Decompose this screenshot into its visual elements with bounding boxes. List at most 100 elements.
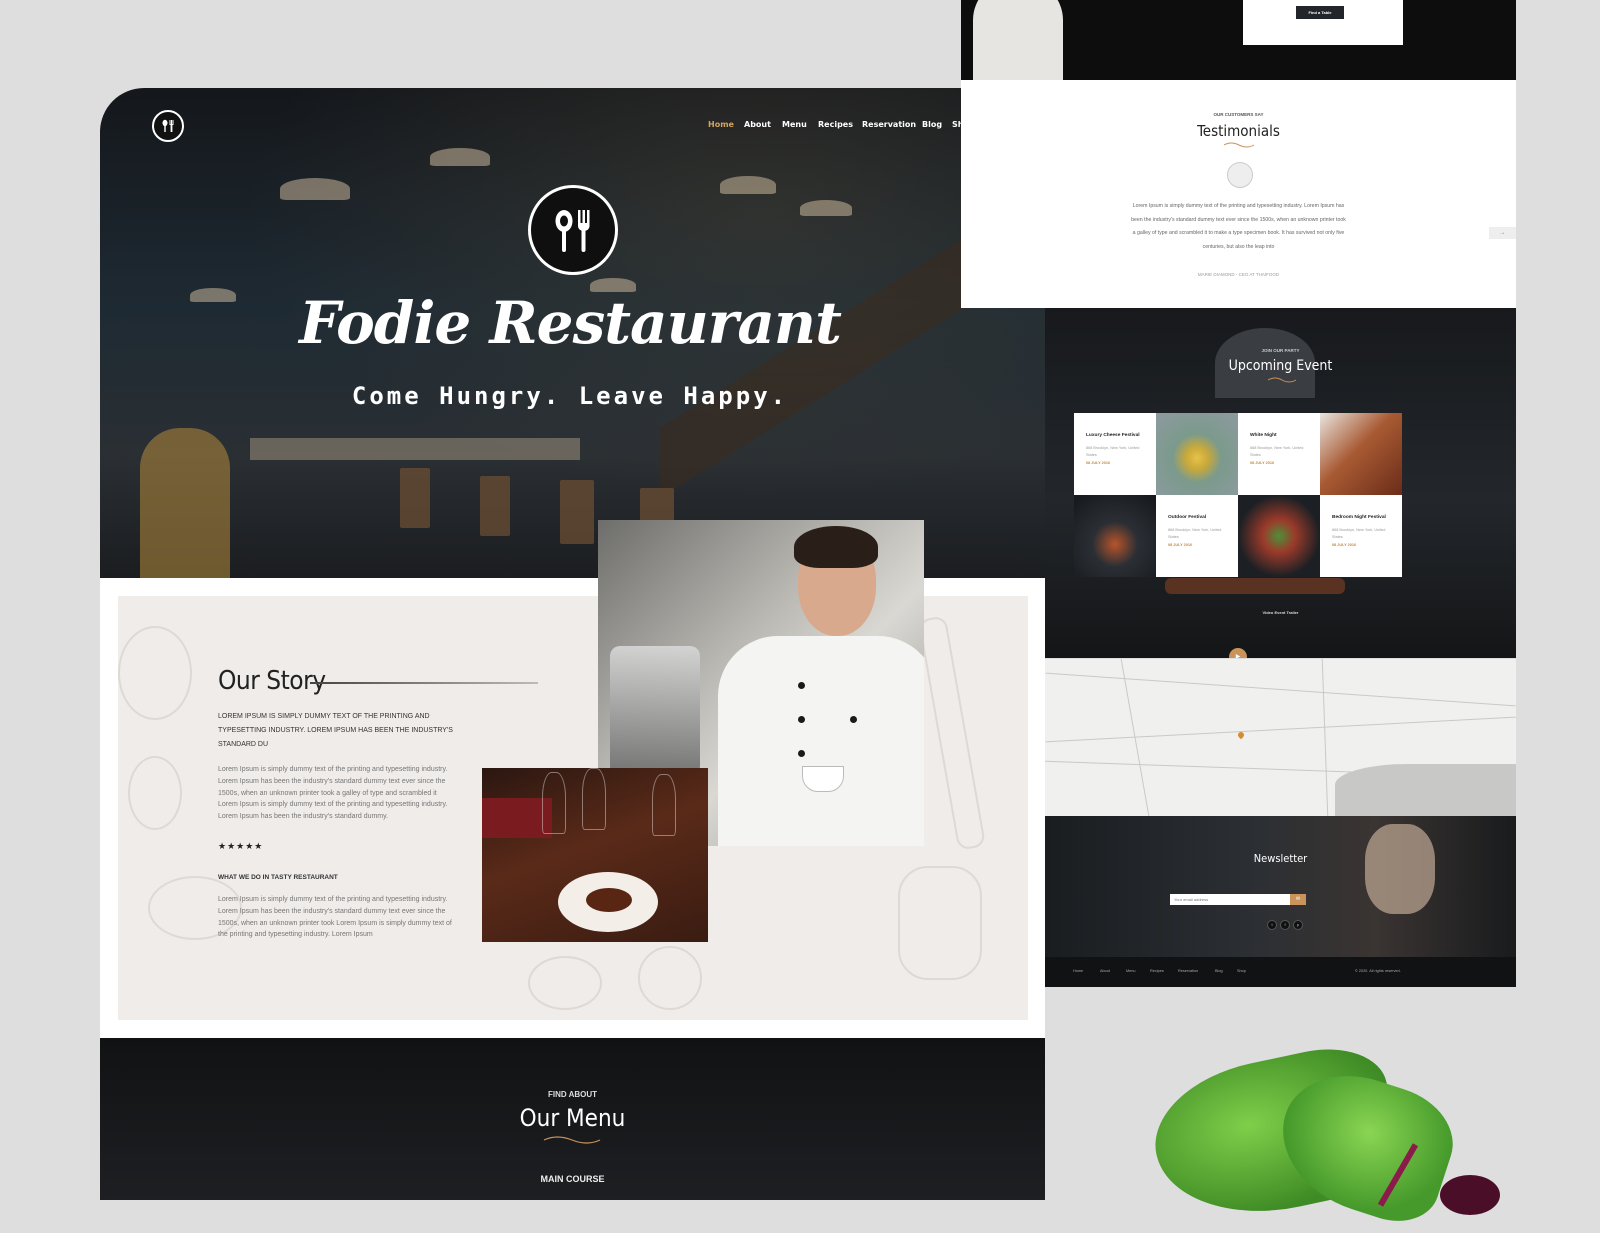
food-sketch — [528, 956, 602, 1010]
blender — [610, 646, 700, 776]
seated-person — [140, 428, 230, 578]
wine-glass — [582, 768, 606, 830]
location-map[interactable] — [1045, 659, 1516, 816]
avatar — [1227, 162, 1253, 188]
map-road — [1045, 716, 1516, 743]
coffee-cup — [802, 766, 844, 792]
nav-recipes[interactable]: Recipes — [818, 120, 853, 129]
nav-reservation[interactable]: Reservation — [862, 120, 916, 129]
menu-pre-title: FIND ABOUT — [547, 1090, 598, 1099]
story-heading: Our Story — [218, 666, 326, 696]
map-road — [1319, 659, 1331, 816]
copyright-text: © 2020. All rights reserved. — [1355, 969, 1401, 973]
find-table-button[interactable]: Find a Table — [1296, 6, 1344, 19]
nav-blog[interactable]: Blog — [922, 120, 942, 129]
event-card[interactable]: White Night 868 Brooklyn, New York, Unit… — [1238, 413, 1320, 495]
beetroot — [1440, 1175, 1500, 1215]
event-name: Bedroom Night Festival — [1332, 515, 1386, 520]
steak — [586, 888, 632, 912]
ceiling-lamp — [800, 200, 852, 216]
next-arrow-icon[interactable]: → — [1489, 227, 1516, 239]
newsletter-submit-button[interactable]: ✉ — [1290, 894, 1306, 905]
guest-photo — [1365, 824, 1435, 914]
event-card[interactable]: Outdoor Festival 868 Brooklyn, New York,… — [1156, 495, 1238, 577]
jacket-button — [798, 750, 805, 757]
event-card[interactable]: Bedroom Night Festival 868 Brooklyn, New… — [1320, 495, 1402, 577]
events-pre-title: JOIN OUR PARTY — [1261, 348, 1300, 353]
upcoming-events-section: JOIN OUR PARTY Upcoming Event Luxury Che… — [1045, 308, 1516, 658]
ceiling-lamp — [720, 176, 776, 194]
food-sketch — [118, 626, 192, 720]
chef-hair — [794, 526, 878, 568]
nav-home[interactable]: Home — [708, 120, 734, 129]
star-rating: ★★★★★ — [218, 841, 264, 851]
chef-figure — [973, 0, 1063, 80]
serving-board — [1165, 578, 1345, 594]
event-card[interactable]: Luxury Cheese Festival 868 Brooklyn, New… — [1074, 413, 1156, 495]
newsletter-section: Newsletter ✉ t f p — [1045, 816, 1516, 957]
event-address: 868 Brooklyn, New York, United States — [1086, 446, 1140, 457]
newsletter-title: Newsletter — [1253, 852, 1308, 865]
event-date: 08 JULY 2016 — [1332, 543, 1357, 547]
flourish-icon — [1223, 142, 1255, 148]
salad-photo — [1238, 495, 1320, 577]
twitter-icon[interactable]: t — [1267, 920, 1277, 930]
event-date: 08 JULY 2016 — [1168, 543, 1193, 547]
event-date: 08 JULY 2016 — [1250, 461, 1275, 465]
video-trailer-label: Video Event Trailer — [1262, 610, 1299, 615]
jacket-button — [798, 682, 805, 689]
footer-link-blog[interactable]: Blog — [1215, 969, 1223, 973]
churros-photo — [1320, 413, 1402, 495]
chair — [560, 480, 594, 544]
map-road — [1045, 672, 1516, 707]
story-body-text: Lorem Ipsum is simply dummy text of the … — [218, 766, 448, 821]
map-lake — [1335, 764, 1516, 816]
story-lead-text: LOREM IPSUM IS SIMPLY DUMMY TEXT OF THE … — [218, 713, 453, 748]
chef-jacket — [718, 636, 924, 846]
wine-glass — [542, 772, 566, 834]
ceiling-lamp — [430, 148, 490, 166]
facebook-icon[interactable]: f — [1280, 920, 1290, 930]
event-name: Outdoor Festival — [1168, 515, 1207, 520]
grill-photo — [1074, 495, 1156, 577]
events-title: Upcoming Event — [1228, 358, 1333, 374]
testimonials-title: Testimonials — [1197, 122, 1280, 140]
footer-link-about[interactable]: About — [1100, 969, 1110, 973]
footer-link-recipes[interactable]: Recipes — [1150, 969, 1164, 973]
play-icon[interactable]: ▶ — [1229, 648, 1247, 658]
ceiling-lamp — [280, 178, 350, 200]
testimonials-section: OUR CUSTOMERS SAY Testimonials Lorem Ips… — [961, 80, 1516, 308]
footer-link-menu[interactable]: Menu — [1126, 969, 1136, 973]
newsletter-email-input[interactable] — [1170, 894, 1290, 905]
food-sketch — [898, 866, 982, 980]
jacket-button — [850, 716, 857, 723]
hero-tagline: Come Hungry. Leave Happy. — [351, 382, 789, 410]
event-address: 868 Brooklyn, New York, United States — [1250, 446, 1304, 457]
chair — [480, 476, 510, 536]
flourish-icon — [1267, 377, 1297, 383]
footer-link-shop[interactable]: Shop — [1237, 969, 1246, 973]
landing-page-mockup: Home About Menu Recipes Reservation Blog… — [100, 88, 1045, 1200]
pinterest-icon[interactable]: p — [1293, 920, 1303, 930]
staircase — [660, 228, 980, 498]
flourish-icon — [543, 1136, 601, 1144]
reservation-strip: Find a Table — [961, 0, 1516, 80]
footer: Home About Menu Recipes Reservation Blog… — [1045, 957, 1516, 987]
nav-about[interactable]: About — [744, 120, 771, 129]
food-sketch — [638, 946, 702, 1010]
event-date: 08 JULY 2016 — [1086, 461, 1111, 465]
ceiling-lamp — [190, 288, 236, 302]
logo-icon[interactable] — [152, 110, 184, 142]
food-sketch — [128, 756, 182, 830]
chair — [400, 468, 430, 528]
footer-link-home[interactable]: Home — [1073, 969, 1083, 973]
map-pin-icon[interactable] — [1236, 730, 1246, 740]
footer-link-reservation[interactable]: Reservation — [1178, 969, 1198, 973]
heading-divider — [310, 682, 538, 684]
event-name: Luxury Cheese Festival — [1086, 433, 1140, 438]
rolling-pin-sketch — [917, 615, 987, 851]
counter — [250, 438, 580, 460]
event-address: 868 Brooklyn, New York, United States — [1168, 528, 1222, 539]
hero-title: Fodie Restaurant — [299, 289, 842, 357]
nav-menu[interactable]: Menu — [782, 120, 807, 129]
